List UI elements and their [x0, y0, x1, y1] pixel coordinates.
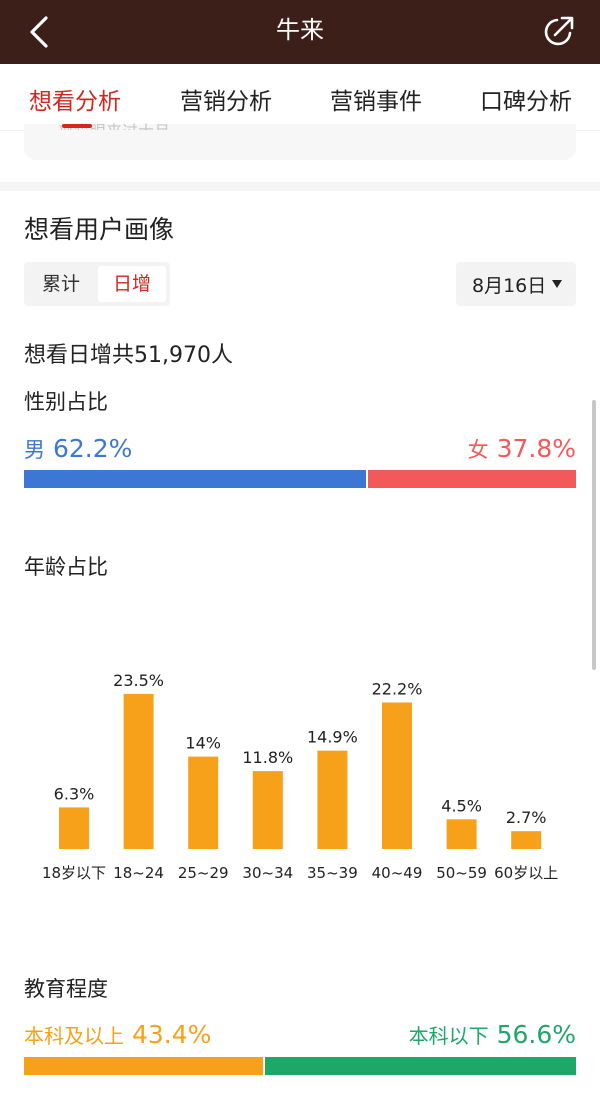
age-bar	[317, 750, 348, 849]
male-label: 男	[24, 438, 45, 462]
female-ratio-fill	[368, 470, 576, 488]
period-segmented-control: 累计 日增	[24, 262, 170, 306]
edu-below-fill	[265, 1057, 576, 1075]
date-value: 8月16日	[472, 275, 547, 297]
daily-total: 想看日增共51,970人	[24, 337, 233, 369]
top-bar: 牛来	[0, 0, 600, 64]
tab-want-analysis[interactable]: 想看分析	[29, 82, 121, 116]
share-button[interactable]	[540, 14, 576, 50]
age-bar	[511, 831, 542, 849]
segment-daily[interactable]: 日增	[98, 266, 166, 302]
date-dropdown[interactable]: 8月16日	[456, 262, 576, 306]
section-divider	[0, 182, 600, 191]
age-category-label: 18~24	[113, 864, 164, 882]
age-bar	[188, 756, 219, 849]
caret-down-icon	[552, 280, 562, 288]
female-value: 37.8%	[496, 434, 576, 463]
gender-ratio-bar	[24, 470, 576, 488]
age-title: 年龄占比	[24, 555, 108, 579]
age-category-label: 35~39	[307, 864, 358, 882]
page-title: 牛来	[276, 16, 324, 44]
age-category-label: 18岁以下	[42, 864, 106, 882]
total-value: 51,970人	[134, 343, 233, 368]
female-label: 女	[467, 438, 489, 462]
age-value-label: 4.5%	[441, 796, 482, 815]
female-stat: 女 37.8%	[468, 434, 576, 464]
age-value-label: 14.9%	[307, 728, 358, 747]
section-title: 想看用户画像	[24, 215, 175, 244]
education-title: 教育程度	[24, 977, 108, 1001]
edu-below-value: 56.6%	[496, 1020, 576, 1049]
age-category-label: 30~34	[242, 864, 293, 882]
age-value-label: 23.5%	[113, 671, 164, 690]
age-value-label: 2.7%	[506, 808, 547, 827]
share-icon	[544, 16, 574, 46]
age-category-label: 60岁以上	[494, 864, 558, 882]
edu-above-label: 本科及以上	[24, 1024, 124, 1048]
scrollbar[interactable]	[592, 400, 596, 670]
male-stat: 男 62.2%	[24, 434, 132, 464]
age-value-label: 14%	[185, 734, 221, 753]
age-bar	[446, 819, 477, 849]
male-ratio-fill	[24, 470, 366, 488]
total-prefix: 想看日增共	[24, 343, 135, 368]
age-bar	[252, 771, 283, 849]
education-ratio-bar	[24, 1057, 576, 1075]
age-category-label: 25~29	[178, 864, 229, 882]
male-value: 62.2%	[52, 434, 133, 463]
age-category-label: 40~49	[372, 864, 423, 882]
tab-reputation-analysis[interactable]: 口碑分析	[480, 82, 572, 116]
age-value-label: 11.8%	[242, 748, 293, 767]
edu-below-stat: 本科以下 56.6%	[409, 1020, 576, 1049]
tab-marketing-analysis[interactable]: 营销分析	[180, 82, 272, 116]
edu-above-fill	[24, 1057, 263, 1075]
age-value-label: 6.3%	[54, 784, 95, 803]
age-category-label: 50~59	[436, 864, 487, 882]
age-bar-chart: 6.3% 18岁以下 23.5% 18~24 14% 25~29 11.8% 30~34 14.…	[42, 671, 558, 882]
age-value-label: 22.2%	[372, 679, 423, 698]
segment-cumulative[interactable]: 累计	[28, 266, 94, 302]
edu-above-value: 43.4%	[131, 1020, 212, 1049]
active-tab-indicator	[62, 124, 92, 128]
edu-below-label: 本科以下	[408, 1024, 489, 1048]
age-bar	[123, 693, 154, 849]
tab-marketing-events[interactable]: 营销事件	[330, 82, 422, 116]
gender-title: 性别占比	[24, 390, 108, 414]
edu-above-stat: 本科及以上 43.4%	[24, 1020, 211, 1049]
age-bar	[382, 702, 412, 849]
age-bar	[59, 807, 89, 849]
